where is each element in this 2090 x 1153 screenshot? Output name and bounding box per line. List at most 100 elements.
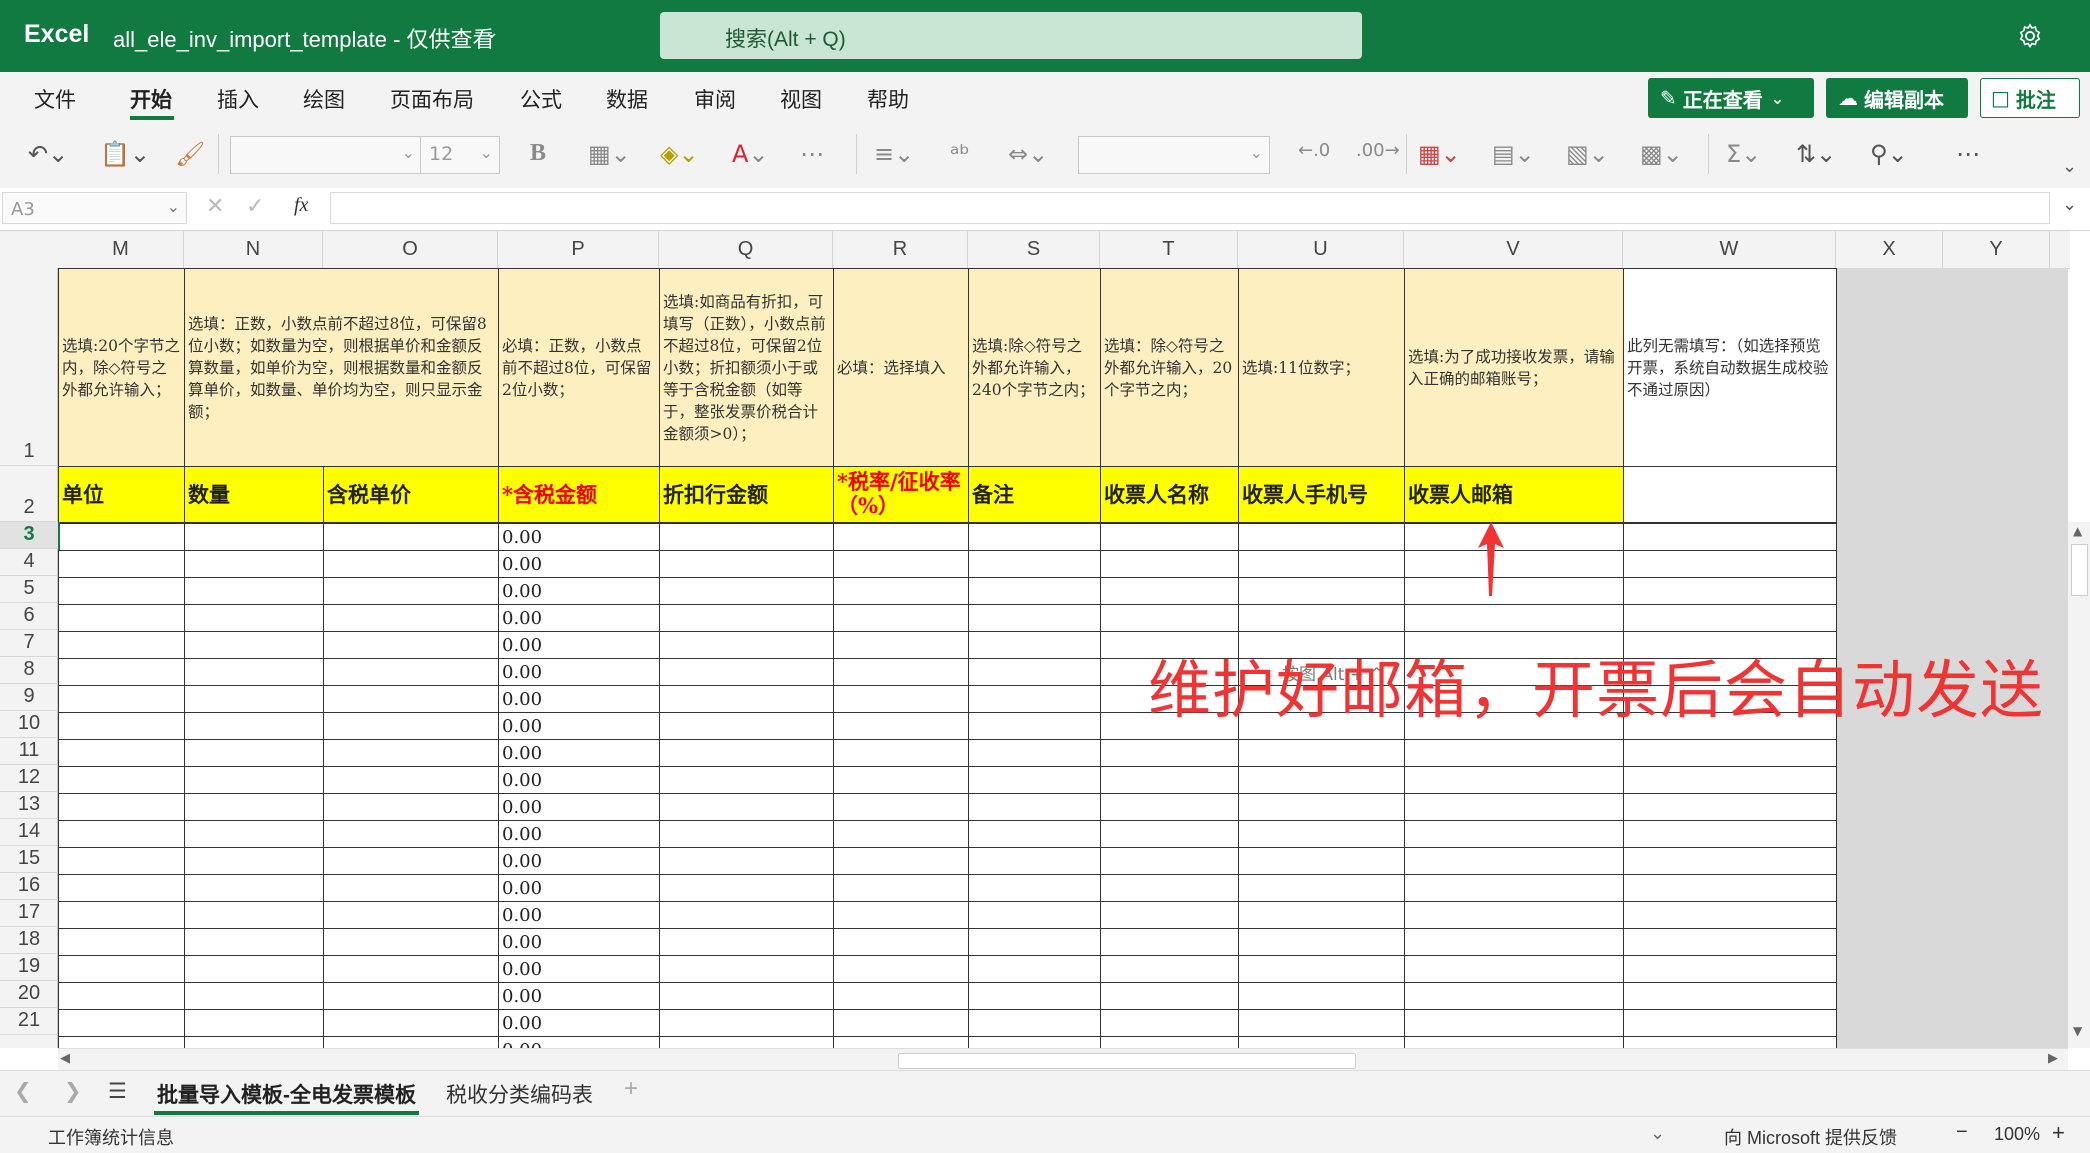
cell[interactable] — [184, 630, 324, 659]
cell[interactable] — [659, 846, 834, 875]
cell[interactable] — [1404, 927, 1624, 956]
cell[interactable] — [58, 522, 185, 551]
cell[interactable] — [58, 792, 185, 821]
tab-draw[interactable]: 绘图 — [303, 84, 345, 114]
cell[interactable] — [184, 549, 324, 578]
cell[interactable] — [1404, 576, 1624, 605]
row-header[interactable]: 9 — [0, 684, 58, 711]
cell[interactable] — [1404, 765, 1624, 794]
cell[interactable] — [1238, 1008, 1405, 1037]
cell[interactable] — [1238, 900, 1405, 929]
cell[interactable] — [184, 873, 324, 902]
row-header[interactable]: 11 — [0, 738, 58, 765]
note-cell-s[interactable]: 选填:除◇符号之外都允许输入，240个字节之内； — [968, 268, 1101, 467]
chevron-down-icon[interactable]: ⌄ — [2062, 194, 2077, 215]
note-cell-q[interactable]: 选填:如商品有折扣，可填写（正数），小数点前不超过8位，可保留2位小数；折扣额须… — [659, 268, 834, 467]
cell[interactable] — [1623, 954, 1837, 983]
cell[interactable] — [968, 630, 1101, 659]
row-header[interactable]: 18 — [0, 927, 58, 954]
function-icon[interactable]: fx — [294, 194, 308, 217]
cell[interactable] — [1404, 549, 1624, 578]
cell[interactable] — [833, 522, 969, 551]
header-quantity[interactable]: 数量 — [184, 466, 324, 524]
cell[interactable] — [1100, 603, 1239, 632]
formula-input[interactable] — [330, 192, 2050, 224]
cell[interactable] — [323, 873, 499, 902]
scroll-up-icon[interactable]: ▲ — [2073, 524, 2082, 538]
sheet-tab-active[interactable]: 批量导入模板-全电发票模板 — [157, 1079, 416, 1109]
cell[interactable] — [58, 873, 185, 902]
cell[interactable] — [58, 684, 185, 713]
column-header[interactable]: M — [58, 231, 184, 268]
cell[interactable] — [659, 954, 834, 983]
number-format-select[interactable]: ⌄ — [1078, 136, 1270, 174]
cell[interactable] — [1100, 792, 1239, 821]
cell[interactable] — [58, 846, 185, 875]
increase-decimal-icon[interactable]: ←.0 — [1298, 140, 1330, 161]
cell[interactable]: 0.00 — [498, 954, 660, 983]
cell[interactable] — [323, 900, 499, 929]
cell[interactable] — [1238, 846, 1405, 875]
cell[interactable] — [833, 765, 969, 794]
scroll-left-icon[interactable]: ◀ — [60, 1051, 70, 1066]
cell[interactable] — [1100, 873, 1239, 902]
clipboard-icon[interactable]: 📋⌄ — [100, 140, 150, 168]
cell[interactable] — [968, 846, 1101, 875]
chevron-down-icon[interactable]: ⌄ — [484, 22, 499, 43]
header-amount[interactable]: *含税金额 — [498, 466, 660, 524]
cell[interactable]: 0.00 — [498, 981, 660, 1010]
cell[interactable] — [833, 873, 969, 902]
row-header[interactable]: 13 — [0, 792, 58, 819]
cell[interactable] — [58, 549, 185, 578]
cell[interactable] — [833, 846, 969, 875]
cell[interactable] — [659, 711, 834, 740]
row-header[interactable]: 21 — [0, 1008, 58, 1035]
cell[interactable] — [1100, 846, 1239, 875]
cell[interactable] — [968, 873, 1101, 902]
cell[interactable] — [58, 738, 185, 767]
note-cell-p[interactable]: 必填：正数，小数点前不超过8位，可保留2位小数； — [498, 268, 660, 467]
cell[interactable] — [833, 927, 969, 956]
cell[interactable] — [968, 549, 1101, 578]
cell[interactable] — [323, 684, 499, 713]
cell[interactable] — [1100, 549, 1239, 578]
cell[interactable] — [323, 711, 499, 740]
cell[interactable] — [1238, 603, 1405, 632]
cell[interactable] — [323, 981, 499, 1010]
cell[interactable] — [1238, 549, 1405, 578]
cell[interactable] — [968, 1008, 1101, 1037]
cell[interactable] — [1404, 522, 1624, 551]
cell[interactable] — [184, 981, 324, 1010]
header-w[interactable] — [1623, 466, 1837, 524]
cell[interactable] — [1623, 981, 1837, 1010]
cell[interactable]: 0.00 — [498, 657, 660, 686]
cell[interactable] — [58, 1008, 185, 1037]
cell[interactable] — [184, 576, 324, 605]
cell[interactable] — [1623, 846, 1837, 875]
column-header[interactable]: S — [968, 231, 1100, 268]
scroll-right-icon[interactable]: ▶ — [2048, 1051, 2058, 1066]
tab-view[interactable]: 视图 — [780, 84, 822, 114]
cell[interactable] — [1100, 765, 1239, 794]
column-header[interactable]: N — [184, 231, 323, 268]
zoom-level[interactable]: 100% — [1994, 1124, 2040, 1145]
cell[interactable] — [968, 738, 1101, 767]
cell[interactable] — [58, 657, 185, 686]
column-header[interactable]: W — [1623, 231, 1836, 268]
cell[interactable] — [833, 657, 969, 686]
cell[interactable] — [1404, 873, 1624, 902]
document-title[interactable]: all_ele_inv_import_template - 仅供查看 — [113, 22, 495, 54]
chevron-down-icon[interactable]: ⌄ — [1650, 1123, 1665, 1144]
cell[interactable] — [323, 738, 499, 767]
more-options-icon[interactable]: ⋯ — [1956, 140, 1980, 168]
header-unit-price[interactable]: 含税单价 — [323, 466, 499, 524]
cell[interactable] — [1100, 738, 1239, 767]
vertical-scrollbar[interactable]: ▲ ▼ — [2068, 522, 2090, 1048]
tab-home[interactable]: 开始 — [130, 84, 172, 114]
row-header[interactable]: 19 — [0, 954, 58, 981]
cell[interactable] — [1404, 603, 1624, 632]
sort-filter-icon[interactable]: ⇅⌄ — [1796, 140, 1836, 168]
cell[interactable] — [1623, 522, 1837, 551]
decrease-decimal-icon[interactable]: .00→ — [1356, 140, 1400, 161]
edit-copy-button[interactable]: ☁ 编辑副本 — [1826, 78, 1968, 118]
